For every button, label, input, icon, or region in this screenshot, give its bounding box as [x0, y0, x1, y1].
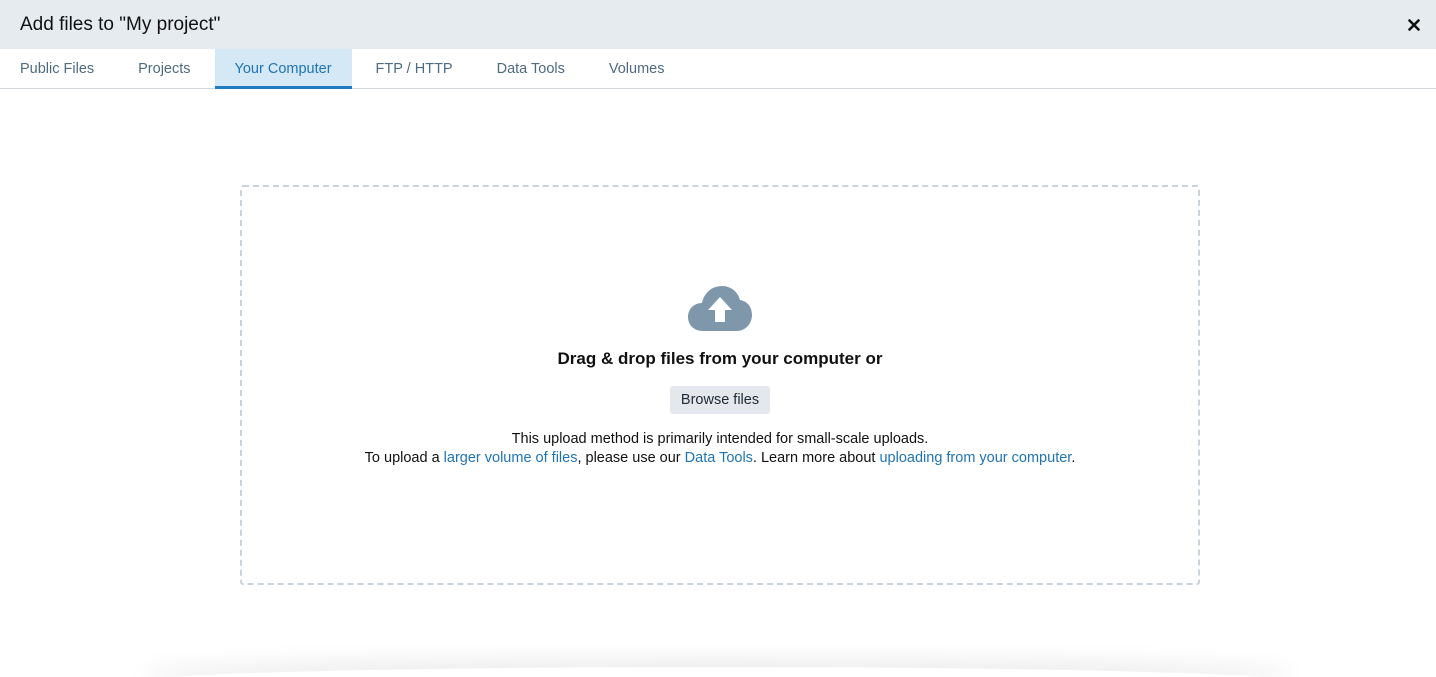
tab-volumes[interactable]: Volumes	[589, 49, 685, 88]
tab-label: Data Tools	[496, 60, 565, 77]
tab-label: Public Files	[20, 60, 95, 77]
data-tools-link[interactable]: Data Tools	[685, 450, 753, 466]
tab-ftp-http[interactable]: FTP / HTTP	[356, 49, 473, 88]
upload-info: This upload method is primarily intended…	[365, 430, 1076, 468]
modal-title: Add files to "My project"	[20, 13, 221, 35]
tab-your-computer[interactable]: Your Computer	[214, 49, 352, 89]
info-text: . Learn more about	[752, 450, 880, 466]
modal-header: Add files to "My project"	[0, 0, 1436, 49]
tab-data-tools[interactable]: Data Tools	[477, 49, 585, 88]
drag-drop-text: Drag & drop files from your computer or	[557, 349, 883, 368]
tab-label: Projects	[138, 60, 191, 77]
tab-projects[interactable]: Projects	[118, 49, 210, 88]
cloud-upload-icon	[688, 286, 752, 331]
browse-files-button[interactable]: Browse files	[669, 386, 771, 414]
info-text: , please use our	[577, 450, 685, 466]
info-line-2: To upload a larger volume of files, plea…	[365, 449, 1076, 468]
file-dropzone[interactable]: Drag & drop files from your computer or …	[240, 185, 1200, 585]
uploading-from-computer-link[interactable]: uploading from your computer	[879, 450, 1071, 466]
tab-label: FTP / HTTP	[375, 60, 453, 77]
tab-label: Volumes	[608, 60, 665, 77]
source-tabs: Public Files Projects Your Computer FTP …	[0, 49, 1436, 89]
tab-label: Your Computer	[234, 60, 332, 77]
add-files-modal: Add files to "My project" Public Files P…	[0, 0, 1436, 677]
close-icon[interactable]	[1406, 17, 1422, 33]
info-text: To upload a	[364, 450, 444, 466]
info-text: .	[1071, 450, 1076, 466]
tab-public-files[interactable]: Public Files	[0, 49, 114, 88]
info-line-1: This upload method is primarily intended…	[511, 431, 929, 447]
larger-volume-link[interactable]: larger volume of files	[444, 450, 578, 466]
footer-shadow	[140, 667, 1296, 677]
